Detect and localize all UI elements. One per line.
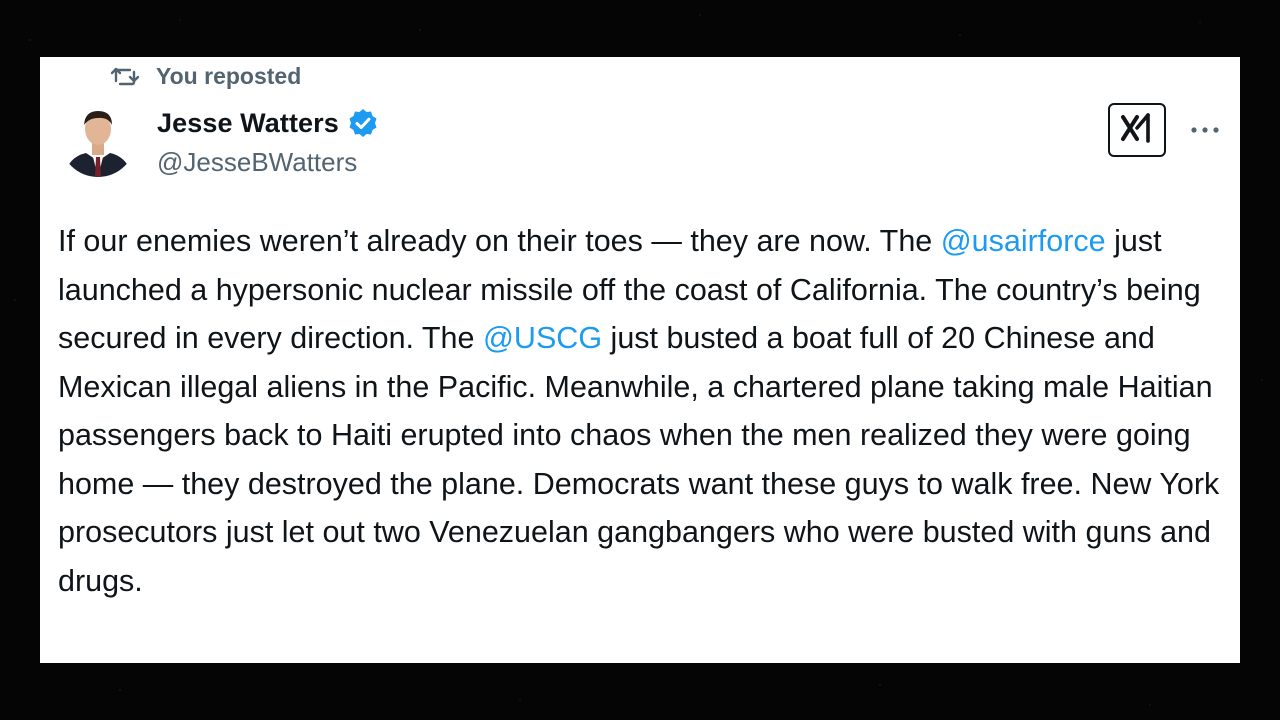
more-options-button[interactable]: [1185, 115, 1225, 145]
avatar[interactable]: [60, 101, 136, 177]
author-name[interactable]: Jesse Watters: [157, 108, 339, 139]
author-handle[interactable]: @JesseBWatters: [157, 147, 379, 178]
author-block: Jesse Watters @JesseBWatters: [157, 107, 379, 178]
more-icon: [1189, 121, 1221, 139]
tweet-text-segment: just busted a boat full of 20 Chinese an…: [58, 321, 1220, 598]
tweet-card: You reposted Jesse Watters @JesseBWatter…: [40, 57, 1240, 663]
repost-icon: [110, 66, 140, 88]
grok-icon: [1118, 111, 1156, 150]
mention-link[interactable]: @USCG: [483, 321, 602, 355]
repost-label: You reposted: [156, 63, 302, 89]
grok-button[interactable]: [1108, 103, 1166, 157]
repost-indicator[interactable]: You reposted: [110, 63, 301, 90]
author-name-row: Jesse Watters: [157, 107, 379, 139]
mention-link[interactable]: @usairforce: [941, 224, 1106, 258]
tweet-text: If our enemies weren’t already on their …: [58, 217, 1228, 605]
verified-badge-icon[interactable]: [347, 107, 379, 139]
tweet-text-segment: If our enemies weren’t already on their …: [58, 224, 941, 258]
